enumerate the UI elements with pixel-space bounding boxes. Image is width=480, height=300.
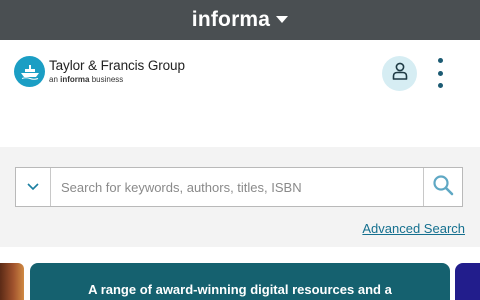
logo-name: Taylor & Francis Group bbox=[49, 58, 185, 74]
search-panel: Advanced Search bbox=[0, 147, 480, 247]
logo-sub-brand: informa bbox=[60, 74, 90, 84]
carousel-card-current[interactable]: A range of award-winning digital resourc… bbox=[30, 263, 450, 300]
user-icon bbox=[392, 62, 408, 85]
taylor-francis-logo[interactable]: Taylor & Francis Group an informa busine… bbox=[14, 56, 185, 87]
menu-button[interactable] bbox=[432, 58, 448, 88]
advanced-search-link[interactable]: Advanced Search bbox=[362, 221, 465, 236]
ship-logo-icon bbox=[14, 56, 45, 87]
carousel-card-previous[interactable] bbox=[0, 263, 24, 300]
logo-sub-prefix: an bbox=[49, 74, 58, 84]
logo-sub-suffix: business bbox=[91, 74, 124, 84]
search-icon bbox=[432, 174, 454, 201]
promo-carousel: A range of award-winning digital resourc… bbox=[0, 263, 480, 300]
carousel-card-next[interactable] bbox=[455, 263, 480, 300]
kebab-menu-icon bbox=[437, 58, 443, 63]
account-button[interactable] bbox=[382, 56, 417, 91]
search-bar bbox=[15, 167, 463, 207]
kebab-menu-icon bbox=[437, 70, 443, 76]
search-input[interactable] bbox=[51, 168, 423, 206]
chevron-down-icon bbox=[27, 178, 39, 196]
caret-down-icon bbox=[276, 11, 289, 29]
kebab-menu-icon bbox=[437, 83, 443, 88]
informa-brand-menu[interactable]: informa bbox=[0, 0, 480, 40]
search-scope-dropdown[interactable] bbox=[16, 168, 51, 206]
card-title: A range of award-winning digital resourc… bbox=[88, 282, 392, 297]
informa-brand-label: informa bbox=[191, 8, 271, 31]
search-button[interactable] bbox=[423, 168, 462, 206]
logo-subtitle: an informa business bbox=[49, 74, 185, 84]
